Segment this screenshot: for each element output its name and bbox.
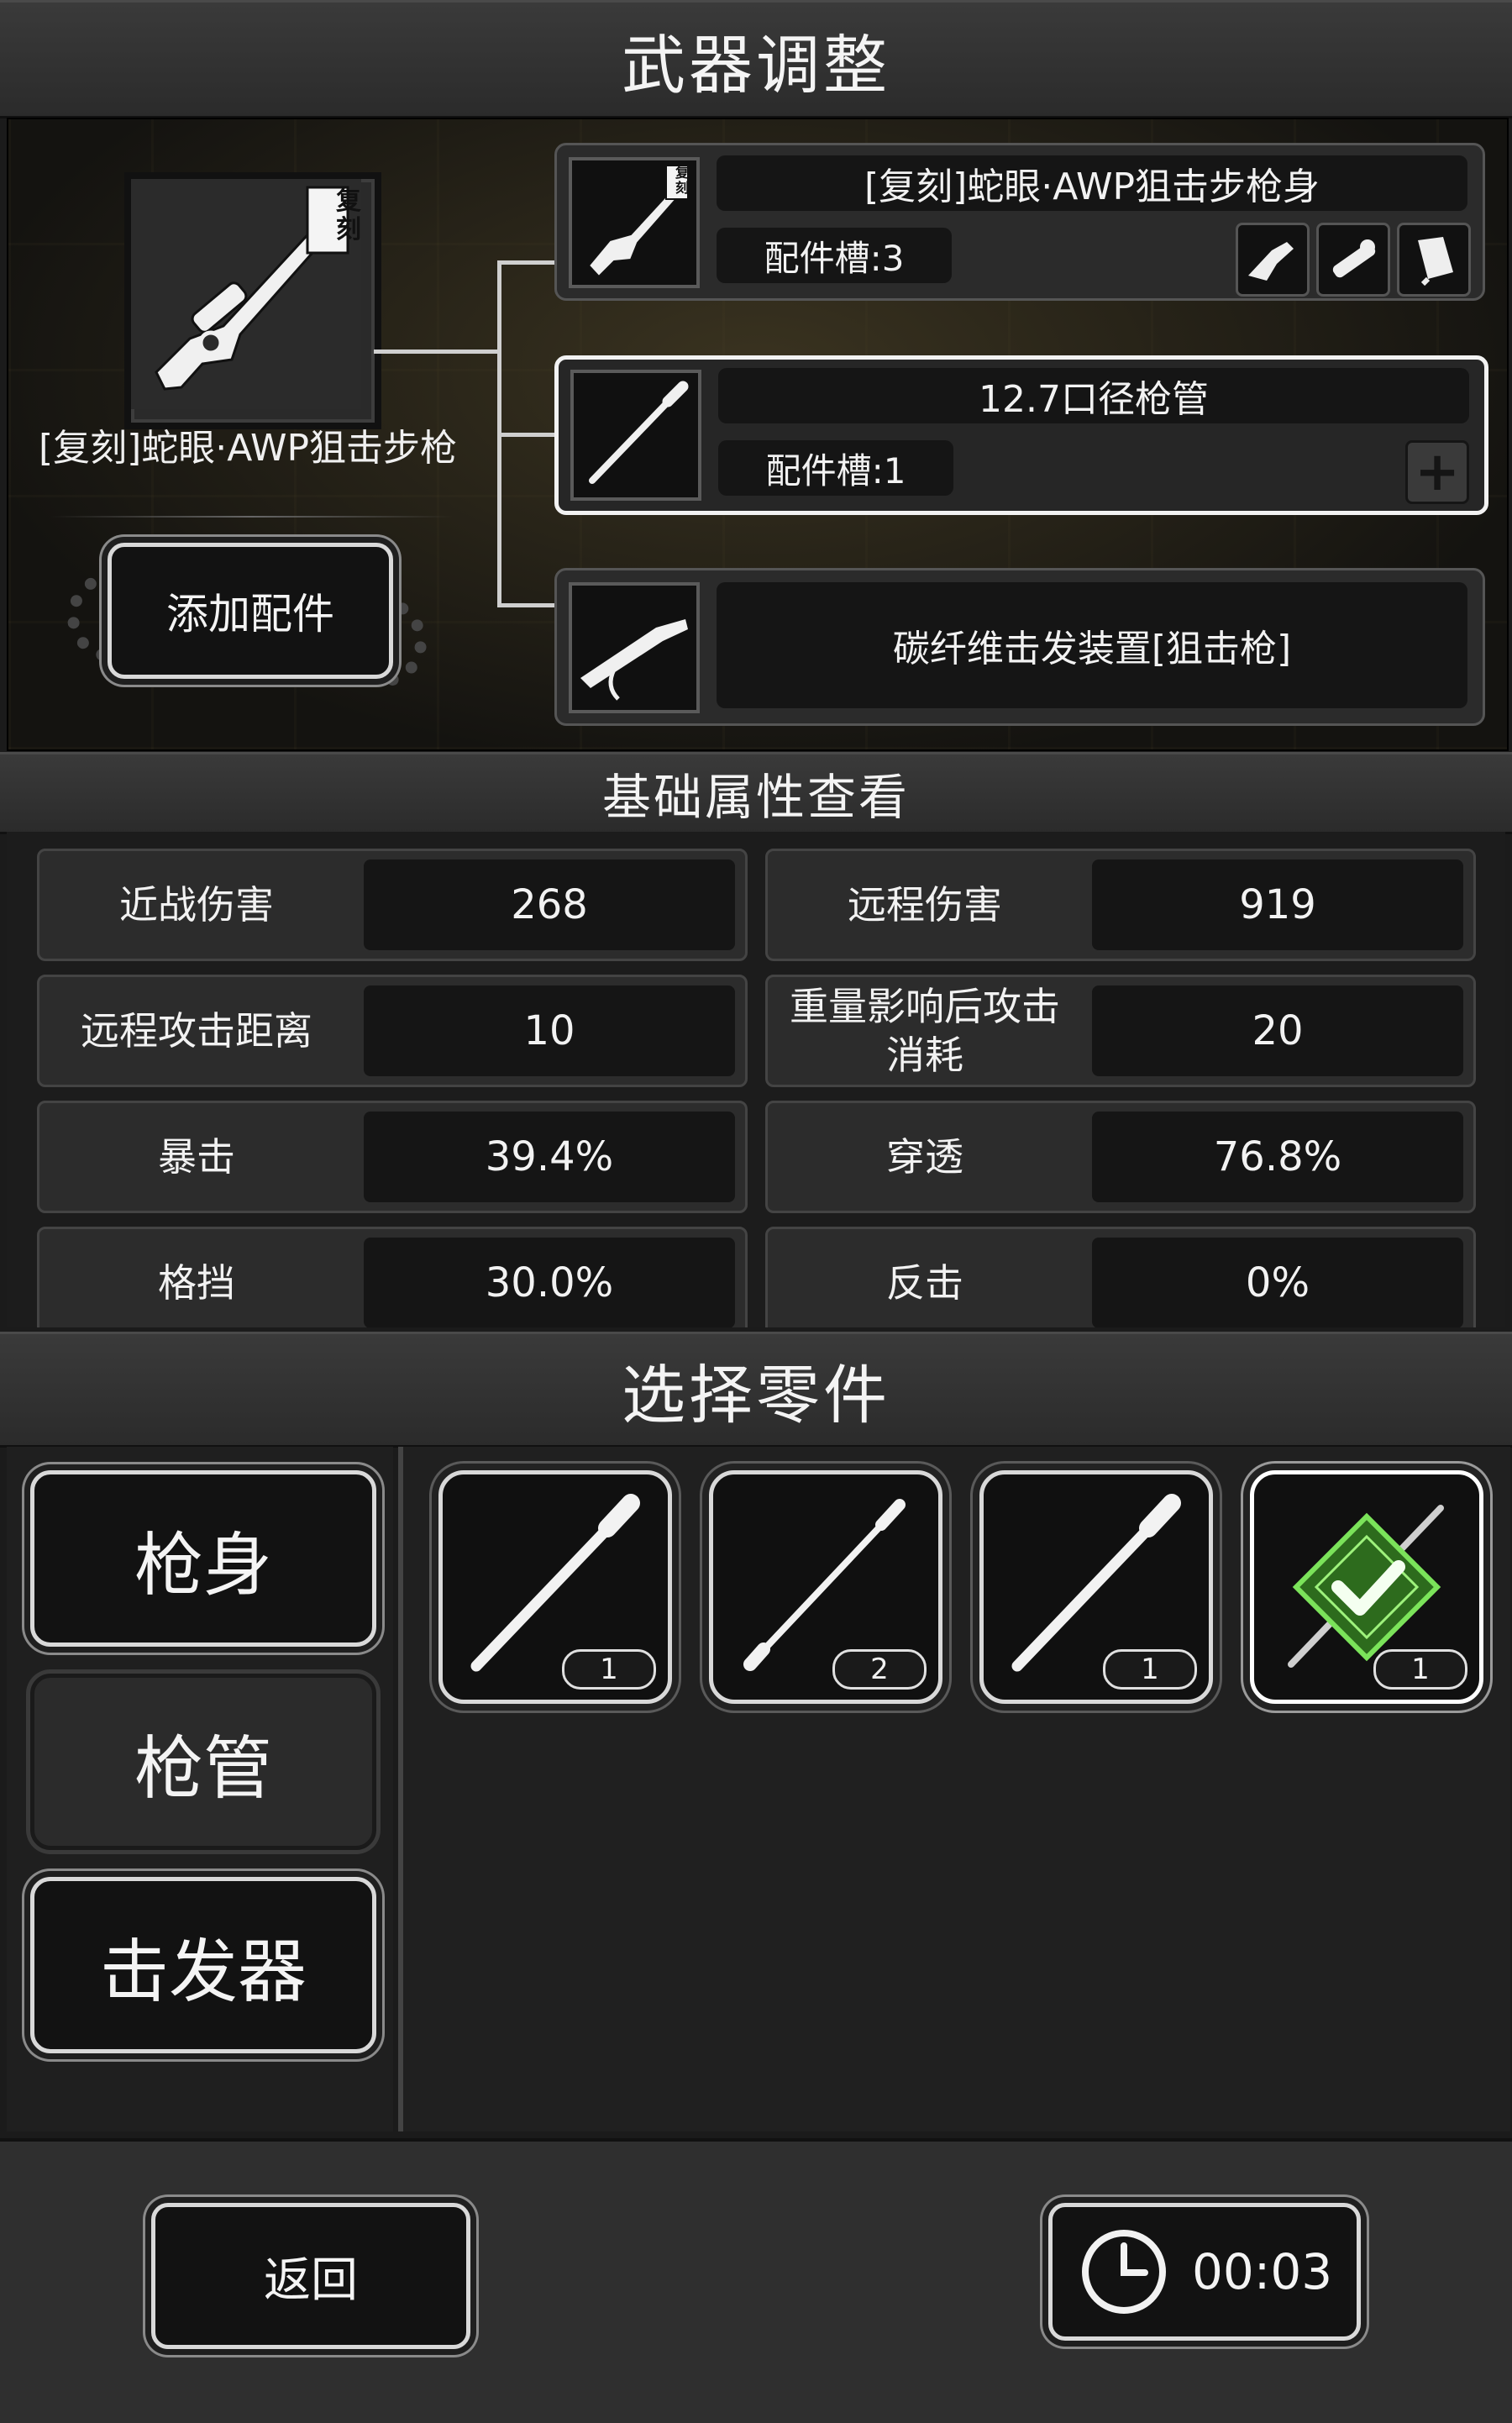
stat-value: 0%: [1092, 1238, 1463, 1327]
attributes-title: 基础属性查看: [0, 752, 1512, 834]
clock-icon: [1082, 2230, 1166, 2314]
part-count: 1: [562, 1649, 656, 1690]
tab-trigger[interactable]: 击发器: [30, 1877, 376, 2053]
stat-value: 268: [364, 859, 735, 950]
stat-critical: 暴击 39.4%: [37, 1101, 748, 1213]
stat-value: 39.4%: [364, 1112, 735, 1202]
slot-capacity: 配件槽:3: [717, 228, 952, 283]
parts-title: 选择零件: [0, 1332, 1512, 1448]
slot-barrel[interactable]: 12.7口径枪管 配件槽:1 +: [554, 355, 1488, 515]
reissue-badge: 复刻: [336, 187, 361, 244]
tab-gun-body[interactable]: 枪身: [30, 1470, 376, 1647]
stat-value: 30.0%: [364, 1238, 735, 1327]
connector-line: [497, 433, 556, 437]
slot-gun-body[interactable]: 复刻 [复刻]蛇眼·AWP狙击步枪身 配件槽:3: [554, 143, 1485, 301]
stat-value: 10: [364, 985, 735, 1076]
stat-label: 近战伤害: [119, 882, 274, 928]
part-item[interactable]: 1: [438, 1470, 672, 1704]
stat-label: 暴击: [158, 1134, 235, 1180]
back-button[interactable]: 返回: [151, 2203, 470, 2349]
stat-counter: 反击 0%: [765, 1227, 1476, 1327]
sniper-rifle-icon: [131, 179, 361, 409]
stat-label: 穿透: [886, 1134, 963, 1180]
stat-weight-attack-cost: 重量影响后攻击消耗 20: [765, 975, 1476, 1087]
part-item[interactable]: 2: [709, 1470, 942, 1704]
stat-label: 反击: [886, 1260, 963, 1306]
part-item[interactable]: 1: [979, 1470, 1213, 1704]
stat-block: 格挡 30.0%: [37, 1227, 748, 1327]
barrel-part-icon: [589, 381, 689, 484]
stat-label: 重量影响后攻击消耗: [790, 984, 1060, 1078]
slot-name: 碳纤维击发装置[狙击枪]: [717, 582, 1467, 708]
part-count: 1: [1373, 1649, 1467, 1690]
name-divider: [50, 516, 454, 518]
barrel-icon: [570, 370, 701, 501]
firing-mechanism-icon: [580, 619, 688, 701]
category-panel: 枪身 枪管 击发器: [7, 1447, 393, 2131]
stat-ranged-damage: 远程伤害 919: [765, 849, 1476, 961]
slot-name: 12.7口径枪管: [718, 368, 1469, 423]
part-count: 2: [832, 1649, 927, 1690]
connector-line: [497, 260, 556, 265]
stat-label: 远程攻击距离: [81, 1008, 312, 1054]
stat-melee-damage: 近战伤害 268: [37, 849, 748, 961]
slot-trigger[interactable]: 碳纤维击发装置[狙击枪]: [554, 568, 1485, 726]
stats-panel: 近战伤害 268 远程伤害 919 远程攻击距离 10 重量影响后攻击消耗 20…: [7, 832, 1505, 1327]
timer-button[interactable]: 00:03: [1048, 2203, 1361, 2341]
stat-ranged-distance: 远程攻击距离 10: [37, 975, 748, 1087]
stat-label: 远程伤害: [848, 882, 1002, 928]
screen-title: 武器调整: [0, 0, 1512, 118]
timer-value: 00:03: [1192, 2243, 1333, 2300]
weapon-adjust-screen: 武器调整 复刻 [复刻]蛇眼·AWP狙击步枪 添加配件 复刻 [复刻]蛇眼·AW…: [0, 0, 1512, 2423]
trigger-icon: [569, 582, 700, 713]
stat-value: 76.8%: [1092, 1112, 1463, 1202]
parts-grid: 1 2 1 1: [398, 1447, 1510, 2131]
connector-line: [374, 350, 500, 354]
slot-capacity: 配件槽:1: [718, 440, 953, 496]
stat-label: 格挡: [158, 1260, 235, 1306]
slot-name: [复刻]蛇眼·AWP狙击步枪身: [717, 155, 1467, 211]
reissue-badge: 复刻: [675, 165, 689, 196]
part-item-equipped[interactable]: 1: [1250, 1470, 1483, 1704]
gun-body-icon: 复刻: [569, 157, 700, 288]
add-accessory-button[interactable]: 添加配件: [108, 543, 393, 679]
stat-penetration: 穿透 76.8%: [765, 1101, 1476, 1213]
main-weapon-icon[interactable]: 复刻: [124, 172, 381, 429]
scope-icon[interactable]: [1316, 223, 1390, 297]
stat-value: 919: [1092, 859, 1463, 950]
tab-barrel[interactable]: 枪管: [30, 1674, 376, 1850]
gun-part-icon[interactable]: [1236, 223, 1310, 297]
connector-line: [497, 603, 556, 607]
part-count: 1: [1103, 1649, 1197, 1690]
plus-icon[interactable]: +: [1405, 440, 1469, 504]
stat-value: 20: [1092, 985, 1463, 1076]
main-weapon-name: [复刻]蛇眼·AWP狙击步枪: [38, 427, 458, 470]
magazine-icon[interactable]: [1397, 223, 1471, 297]
